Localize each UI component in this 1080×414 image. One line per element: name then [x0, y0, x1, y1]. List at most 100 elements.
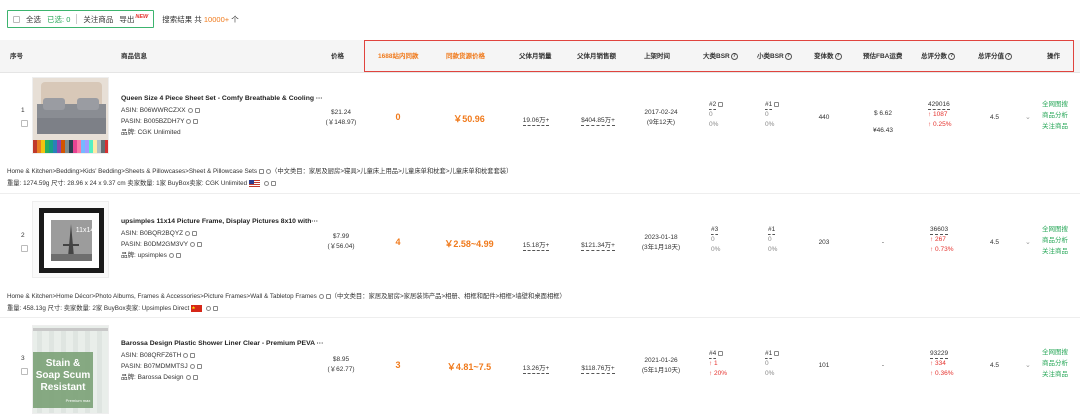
col-major-bsr[interactable]: 大类BSR?	[703, 40, 738, 73]
price: $21.24 (￥148.97)	[325, 109, 357, 126]
same-price[interactable]: ￥4.81~7.5	[437, 360, 501, 373]
fba-fee: $ 6.62 ¥46.43	[873, 110, 893, 134]
col-parent-sales[interactable]: 父体月销量	[519, 40, 552, 73]
follow-product-link[interactable]: 关注商品	[1042, 369, 1068, 380]
major-bsr: #2 0 0%	[709, 100, 724, 130]
external-link-icon	[213, 305, 219, 311]
copy-icon	[183, 352, 189, 358]
parent-sales: 15.18万+	[522, 242, 550, 251]
table-row: 1 Queen Size 4 Piece Sheet Set - Comfy B…	[0, 73, 1080, 166]
minor-bsr: #1 0 0%	[768, 226, 778, 253]
copy-icon	[186, 118, 192, 124]
select-all-checkbox[interactable]	[13, 15, 20, 23]
row-divider	[0, 193, 1080, 194]
parent-sales: 19.06万+	[522, 117, 550, 126]
external-link-icon	[190, 352, 196, 358]
help-icon: ?	[834, 52, 842, 60]
parent-revenue: $404.85万+	[581, 117, 615, 126]
minor-bsr: #1 0 0%	[765, 349, 780, 379]
export-button[interactable]: 导出NEW	[119, 14, 148, 25]
variants: 440	[818, 114, 830, 121]
new-badge: NEW	[135, 13, 149, 20]
external-link-icon	[192, 374, 198, 380]
thumb-text-line-4: Premium max	[66, 398, 91, 403]
col-parent-revenue[interactable]: 父体月销售额	[577, 40, 616, 73]
rating: 4.5	[990, 362, 1000, 369]
reviews: 93229 ↑ 334 ↑ 0.36%	[930, 350, 954, 377]
image-search-link[interactable]: 全网图搜	[1042, 347, 1068, 358]
fba-fee: -	[881, 362, 885, 369]
col-reviews[interactable]: 总评分数?	[921, 40, 955, 73]
row-index: 3	[21, 355, 25, 362]
select-all-label[interactable]: 全选	[26, 14, 41, 25]
col-fba[interactable]: 预估FBA运费	[863, 40, 902, 73]
row-index: 1	[21, 107, 25, 114]
same-price[interactable]: ￥2.58~4.99	[437, 237, 501, 250]
product-title[interactable]: Queen Size 4 Piece Sheet Set - Comfy Bre…	[121, 95, 323, 102]
product-thumbnail[interactable]	[32, 77, 109, 154]
same-count[interactable]: 0	[390, 112, 406, 122]
chevron-down-icon[interactable]: ⌄	[1025, 361, 1031, 369]
external-link-icon	[196, 363, 202, 369]
col-index: 序号	[10, 53, 23, 60]
same-count[interactable]: 4	[390, 237, 406, 247]
variants: 101	[818, 362, 830, 369]
price: $8.95 (￥62.77)	[327, 356, 355, 373]
product-analysis-link[interactable]: 商品分析	[1042, 358, 1068, 369]
col-same-price[interactable]: 同款货源价格	[446, 40, 485, 73]
table-row: 3 Stain & Soap Scum Resistant Premium ma…	[0, 320, 1080, 414]
copy-icon	[190, 241, 196, 247]
follow-product-link[interactable]: 关注商品	[1042, 121, 1068, 132]
col-same-1688[interactable]: 1688站内同款	[378, 40, 418, 73]
shower-liner-image: Stain & Soap Scum Resistant Premium max	[33, 326, 108, 413]
toolbar-actions: 全选 已选: 0 关注商品 导出NEW	[7, 10, 155, 28]
copy-icon	[264, 180, 270, 186]
row-checkbox[interactable]	[21, 368, 28, 375]
us-flag-icon	[249, 179, 261, 187]
product-title[interactable]: upsimples 11x14 Picture Frame, Display P…	[121, 218, 318, 225]
chevron-down-icon[interactable]: ⌄	[1025, 113, 1031, 121]
row-checkbox[interactable]	[21, 245, 28, 252]
col-minor-bsr[interactable]: 小类BSR?	[757, 40, 792, 73]
product-analysis-link[interactable]: 商品分析	[1042, 110, 1068, 121]
follow-product-link[interactable]: 关注商品	[1042, 246, 1068, 257]
chevron-down-icon[interactable]: ⌄	[1025, 238, 1031, 246]
same-count[interactable]: 3	[390, 360, 406, 370]
row-actions: 全网图搜 商品分析 关注商品	[1042, 224, 1068, 257]
row-index: 2	[21, 232, 25, 239]
image-search-link[interactable]: 全网图搜	[1042, 99, 1068, 110]
rating: 4.5	[990, 114, 1000, 121]
launch-date: 2023-01-18 (3年1月18天)	[641, 234, 681, 251]
col-rating[interactable]: 总评分值?	[978, 40, 1012, 73]
major-bsr: #3 0 0%	[711, 226, 721, 253]
reviews: 429016 ↑ 1087 ↑ 0.25%	[928, 101, 952, 128]
thumb-size-text: 11x14	[76, 227, 95, 234]
col-launch[interactable]: 上架时间	[644, 40, 670, 73]
major-bsr: #4 ↑ 1 ↑ 20%	[709, 350, 728, 377]
copy-icon	[185, 230, 191, 236]
product-title[interactable]: Barossa Design Plastic Shower Liner Clea…	[121, 340, 323, 347]
row-divider	[0, 317, 1080, 318]
external-link-icon	[271, 180, 277, 186]
help-icon: ?	[784, 52, 792, 60]
product-thumbnail[interactable]: 11x14	[32, 201, 109, 278]
col-variants[interactable]: 变体数?	[814, 40, 842, 73]
external-link-icon	[197, 241, 203, 247]
sheet-set-image	[33, 78, 108, 153]
external-link-icon	[774, 350, 780, 356]
col-product: 商品信息	[121, 53, 147, 60]
table-header: 序号 商品信息 价格 1688站内同款 同款货源价格 父体月销量 父体月销售额 …	[0, 40, 1080, 73]
toolbar-divider	[76, 14, 78, 24]
product-thumbnail[interactable]: Stain & Soap Scum Resistant Premium max	[32, 325, 109, 414]
follow-button[interactable]: 关注商品	[83, 14, 113, 25]
row-checkbox[interactable]	[21, 120, 28, 127]
image-search-link[interactable]: 全网图搜	[1042, 224, 1068, 235]
external-link-icon	[718, 350, 724, 356]
col-price: 价格	[331, 53, 344, 60]
row-actions: 全网图搜 商品分析 关注商品	[1042, 99, 1068, 132]
same-price[interactable]: ￥50.96	[437, 112, 501, 125]
category-path: Home & Kitchen>Home Décor>Photo Albums, …	[7, 293, 566, 300]
copy-icon	[206, 305, 212, 311]
product-analysis-link[interactable]: 商品分析	[1042, 235, 1068, 246]
launch-date: 2021-01-26 (5年1月10天)	[641, 357, 681, 374]
